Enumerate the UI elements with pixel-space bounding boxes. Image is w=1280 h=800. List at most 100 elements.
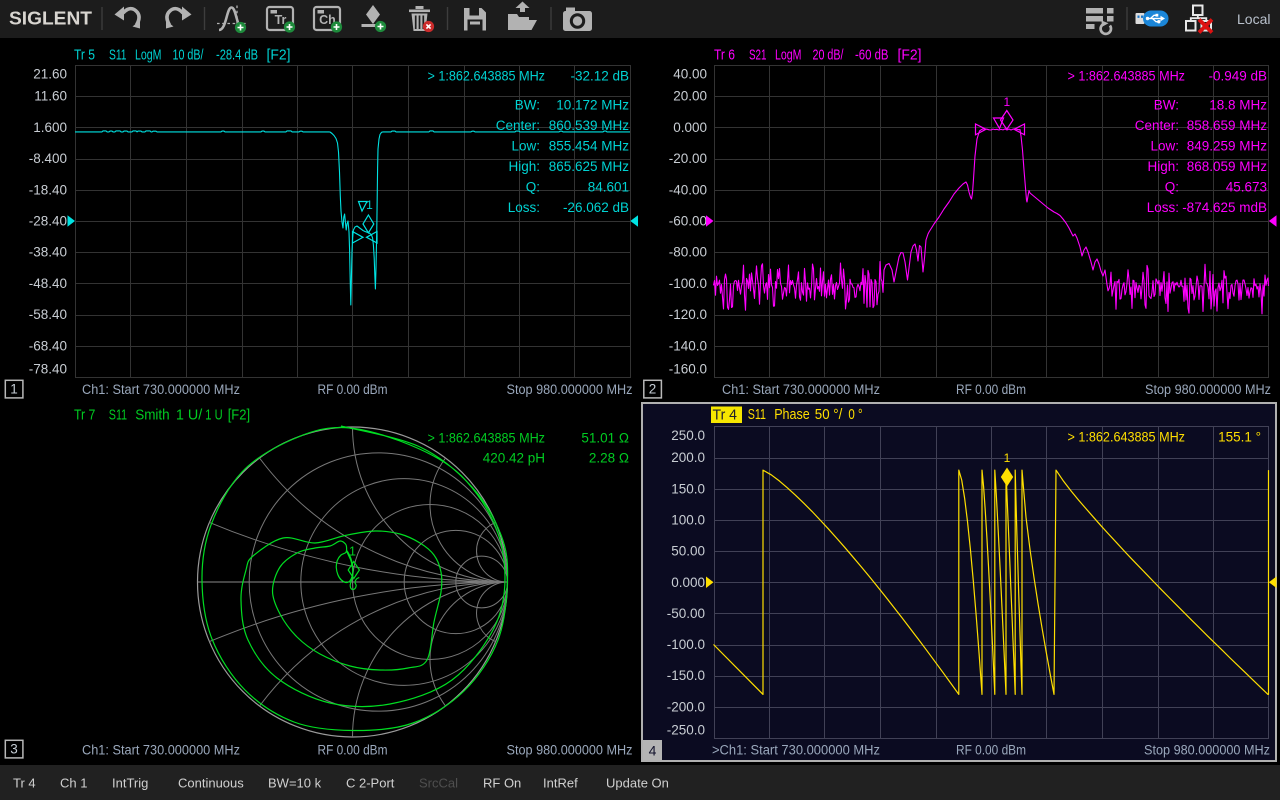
svg-text:-60.00: -60.00 xyxy=(669,214,707,229)
svg-text:> 1:862.643885 MHz: > 1:862.643885 MHz xyxy=(428,431,546,446)
svg-text:>Ch1: Start 730.000000 MHz: >Ch1: Start 730.000000 MHz xyxy=(712,743,880,758)
svg-text:-28.4 dB: -28.4 dB xyxy=(216,47,258,64)
svg-text:RF 0.00 dBm: RF 0.00 dBm xyxy=(318,743,388,758)
svg-text:Low:: Low: xyxy=(511,139,540,154)
svg-text:LogM: LogM xyxy=(775,47,802,64)
svg-text:2: 2 xyxy=(649,382,657,397)
svg-text:[F2]: [F2] xyxy=(267,47,291,64)
svg-text:RF 0.00 dBm: RF 0.00 dBm xyxy=(318,382,388,397)
svg-text:45.673: 45.673 xyxy=(1226,180,1267,195)
svg-text:BW=10 k: BW=10 k xyxy=(268,776,322,791)
svg-text:[F2]: [F2] xyxy=(898,47,922,64)
svg-text:[F2]: [F2] xyxy=(228,407,250,424)
svg-text:Tr 5: Tr 5 xyxy=(74,47,95,64)
svg-text:1 U/: 1 U/ xyxy=(176,407,203,424)
svg-text:Stop 980.000000 MHz: Stop 980.000000 MHz xyxy=(1145,382,1271,397)
svg-text:BW:: BW: xyxy=(1154,98,1179,113)
svg-text:20.00: 20.00 xyxy=(673,89,707,104)
svg-text:Ch1: Start 730.000000 MHz: Ch1: Start 730.000000 MHz xyxy=(82,743,240,758)
svg-text:> 1:862.643885 MHz: > 1:862.643885 MHz xyxy=(428,69,546,84)
svg-text:-80.00: -80.00 xyxy=(669,245,707,260)
svg-text:1.600: 1.600 xyxy=(33,120,67,135)
svg-text:-38.40: -38.40 xyxy=(29,245,67,260)
svg-text:IntRef: IntRef xyxy=(543,776,578,791)
svg-text:Tr 4: Tr 4 xyxy=(13,776,36,791)
svg-text:LogM: LogM xyxy=(135,47,162,64)
svg-text:Ch1: Start 730.000000 MHz: Ch1: Start 730.000000 MHz xyxy=(722,382,880,397)
svg-text:-78.40: -78.40 xyxy=(29,362,67,377)
svg-text:-20.00: -20.00 xyxy=(669,151,707,166)
svg-text:100.0: 100.0 xyxy=(671,512,705,527)
svg-text:Center:: Center: xyxy=(1135,118,1179,133)
svg-text:Low:: Low: xyxy=(1150,139,1179,154)
svg-text:-40.00: -40.00 xyxy=(669,182,707,197)
svg-text:-48.40: -48.40 xyxy=(29,276,67,291)
svg-text:849.259 MHz: 849.259 MHz xyxy=(1187,139,1268,154)
svg-text:Update On: Update On xyxy=(606,776,669,791)
svg-text:Tr 4: Tr 4 xyxy=(713,406,738,423)
svg-text:10.172 MHz: 10.172 MHz xyxy=(556,98,629,113)
svg-text:-58.40: -58.40 xyxy=(29,307,67,322)
svg-text:2.28 Ω: 2.28 Ω xyxy=(589,451,629,466)
svg-text:Phase: Phase xyxy=(774,406,810,423)
svg-text:858.659 MHz: 858.659 MHz xyxy=(1187,118,1268,133)
svg-text:18.8 MHz: 18.8 MHz xyxy=(1209,98,1267,113)
svg-text:868.059 MHz: 868.059 MHz xyxy=(1187,159,1268,174)
svg-text:Q:: Q: xyxy=(526,180,540,195)
svg-text:-32.12 dB: -32.12 dB xyxy=(570,69,629,84)
svg-text:-28.40: -28.40 xyxy=(29,214,67,229)
svg-text:IntTrig: IntTrig xyxy=(112,776,148,791)
svg-text:Tr 6: Tr 6 xyxy=(714,47,735,64)
svg-text:-50.00: -50.00 xyxy=(667,606,705,621)
svg-text:10 dB/: 10 dB/ xyxy=(173,47,205,64)
svg-text:-250.0: -250.0 xyxy=(667,723,705,738)
svg-text:Local: Local xyxy=(1237,11,1270,27)
svg-text:1: 1 xyxy=(1003,95,1010,109)
svg-text:SrcCal: SrcCal xyxy=(419,776,458,791)
svg-text:-68.40: -68.40 xyxy=(29,338,67,353)
svg-text:40.00: 40.00 xyxy=(673,67,707,82)
svg-text:-120.0: -120.0 xyxy=(669,307,707,322)
svg-text:155.1 °: 155.1 ° xyxy=(1218,430,1261,445)
svg-text:> 1:862.643885 MHz: > 1:862.643885 MHz xyxy=(1068,430,1186,445)
svg-text:High:: High: xyxy=(1147,159,1179,174)
svg-text:Stop 980.000000 MHz: Stop 980.000000 MHz xyxy=(1144,743,1270,758)
svg-text:RF On: RF On xyxy=(483,776,521,791)
svg-text:Tr 7: Tr 7 xyxy=(74,407,95,424)
svg-text:0.000: 0.000 xyxy=(673,120,707,135)
svg-text:-200.0: -200.0 xyxy=(667,699,705,714)
svg-text:-140.0: -140.0 xyxy=(669,338,707,353)
svg-text:-150.0: -150.0 xyxy=(667,668,705,683)
svg-text:S11: S11 xyxy=(109,407,127,424)
svg-text:865.625 MHz: 865.625 MHz xyxy=(549,159,630,174)
svg-text:-18.40: -18.40 xyxy=(29,182,67,197)
svg-text:21.60: 21.60 xyxy=(33,67,67,82)
svg-text:-26.062 dB: -26.062 dB xyxy=(563,200,629,215)
svg-text:> 1:862.643885 MHz: > 1:862.643885 MHz xyxy=(1068,69,1186,84)
svg-text:-0.949 dB: -0.949 dB xyxy=(1208,69,1267,84)
svg-text:250.0: 250.0 xyxy=(671,428,705,443)
svg-text:SIGLENT: SIGLENT xyxy=(9,9,92,29)
svg-text:BW:: BW: xyxy=(515,98,540,113)
svg-text:Smith: Smith xyxy=(135,407,170,424)
svg-text:855.454 MHz: 855.454 MHz xyxy=(549,139,630,154)
svg-text:Loss:: Loss: xyxy=(1147,200,1179,215)
svg-text:Q:: Q: xyxy=(1165,180,1179,195)
svg-text:84.601: 84.601 xyxy=(588,180,629,195)
svg-text:-100.0: -100.0 xyxy=(667,637,705,652)
svg-text:S21: S21 xyxy=(749,47,767,64)
svg-text:Stop 980.000000 MHz: Stop 980.000000 MHz xyxy=(507,382,633,397)
svg-text:-60 dB: -60 dB xyxy=(855,47,889,64)
svg-text:S11: S11 xyxy=(748,406,766,423)
svg-text:RF 0.00 dBm: RF 0.00 dBm xyxy=(956,743,1026,758)
svg-text:1: 1 xyxy=(10,382,18,397)
svg-text:50 °/: 50 °/ xyxy=(815,406,843,423)
svg-text:S11: S11 xyxy=(109,47,127,64)
svg-text:50.00: 50.00 xyxy=(671,544,705,559)
svg-text:11.60: 11.60 xyxy=(34,89,67,104)
svg-text:420.42 pH: 420.42 pH xyxy=(483,451,545,466)
svg-text:1: 1 xyxy=(349,545,356,559)
svg-text:Ch1: Start 730.000000 MHz: Ch1: Start 730.000000 MHz xyxy=(82,382,240,397)
svg-text:C 2-Port: C 2-Port xyxy=(346,776,395,791)
svg-text:3: 3 xyxy=(10,742,18,757)
